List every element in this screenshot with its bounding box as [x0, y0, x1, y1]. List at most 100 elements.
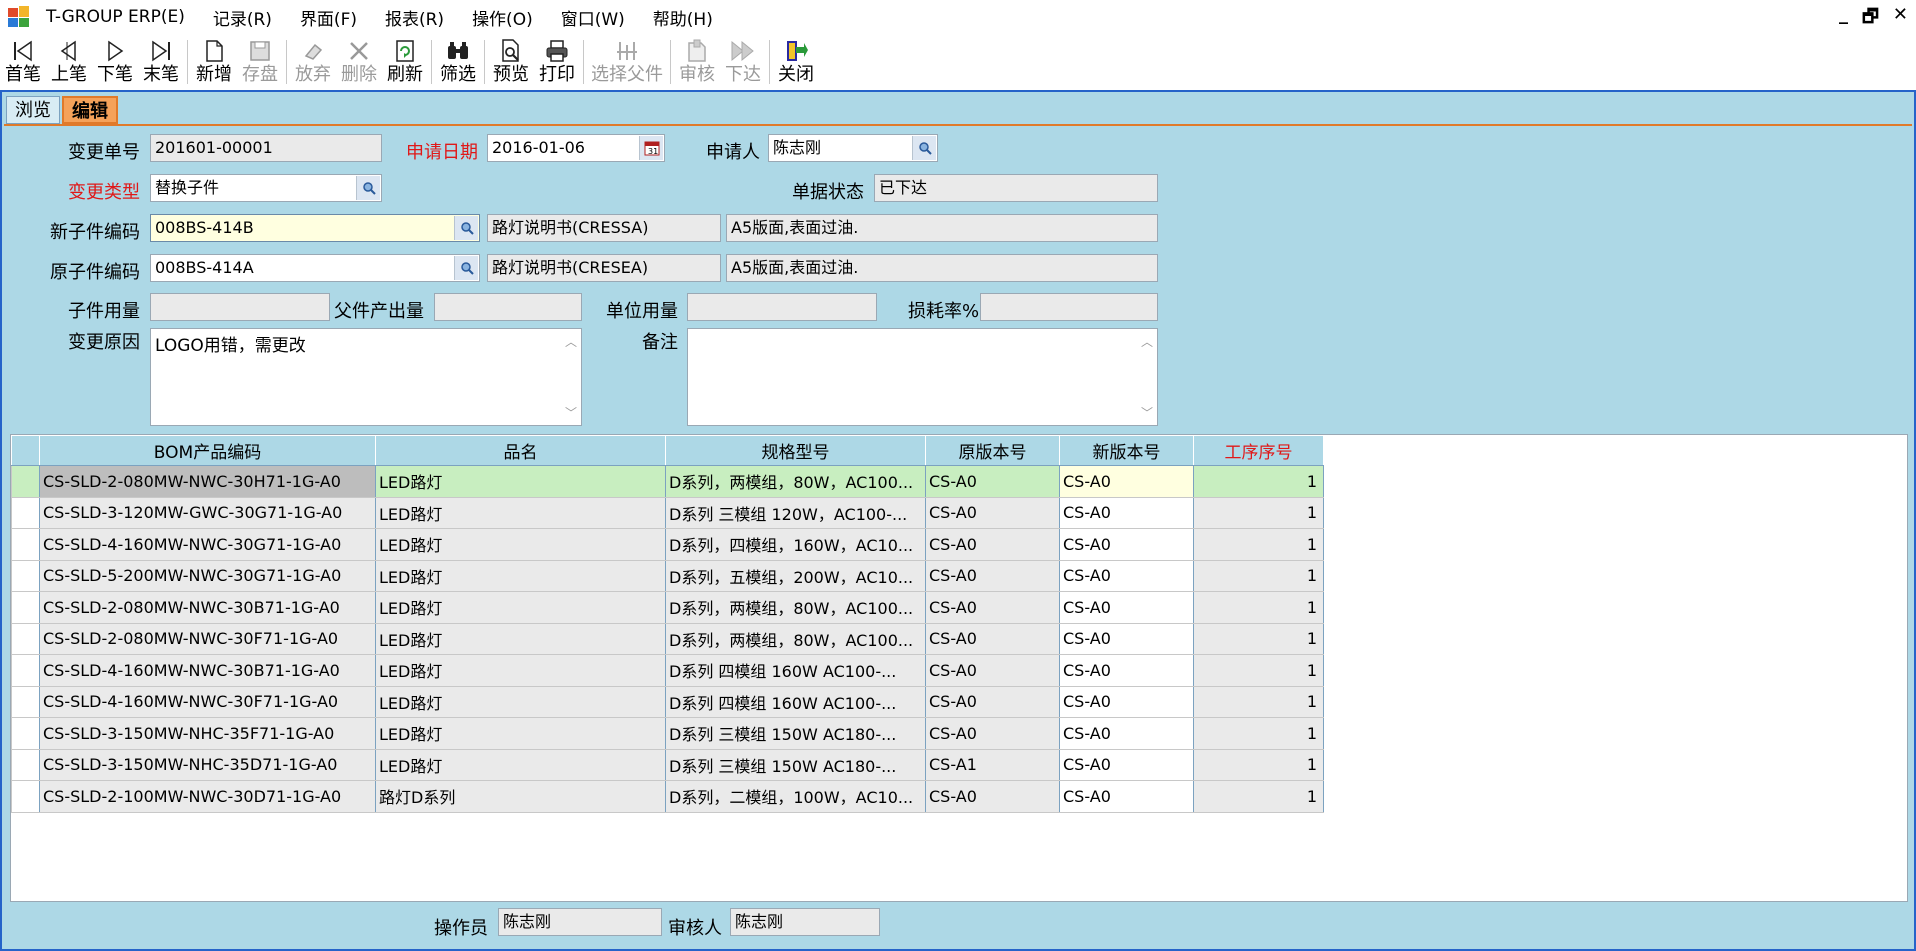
old-part-code-field[interactable]: 008BS-414A: [150, 254, 480, 282]
last-record-button[interactable]: 末笔: [138, 34, 184, 88]
first-record-button[interactable]: 首笔: [0, 34, 46, 88]
auditor-field[interactable]: 陈志刚: [730, 908, 880, 936]
restore-button[interactable]: 🗗: [1862, 4, 1879, 34]
table-row[interactable]: CS-SLD-3-150MW-NHC-35F71-1G-A0 LED路灯 D系列 三…: [11, 717, 1324, 750]
cell-spec[interactable]: D系列，五模组，200W，AC10...: [665, 559, 926, 592]
cell-new-version[interactable]: CS-A0: [1059, 717, 1194, 750]
cell-seq[interactable]: 1: [1193, 496, 1324, 529]
new-button[interactable]: 新增: [191, 34, 237, 88]
cell-bom-code[interactable]: CS-SLD-3-150MW-NHC-35F71-1G-A0: [39, 717, 376, 750]
cell-new-version[interactable]: CS-A0: [1059, 528, 1194, 561]
cell-bom-code[interactable]: CS-SLD-4-160MW-NWC-30F71-1G-A0: [39, 685, 376, 718]
cell-old-version[interactable]: CS-A0: [925, 496, 1060, 529]
cell-name[interactable]: 路灯D系列: [375, 780, 666, 813]
cell-new-version[interactable]: CS-A0: [1059, 496, 1194, 529]
lookup-icon[interactable]: [356, 176, 380, 200]
unit-qty-field[interactable]: [687, 293, 877, 321]
row-header[interactable]: [11, 528, 40, 561]
col-spec[interactable]: 规格型号: [665, 435, 926, 466]
cell-name[interactable]: LED路灯: [375, 685, 666, 718]
table-row[interactable]: CS-SLD-2-100MW-NWC-30D71-1G-A0 路灯D系列 D系列，二…: [11, 780, 1324, 813]
cell-spec[interactable]: D系列 三模组 150W AC180-...: [665, 717, 926, 750]
new-part-name-field[interactable]: 路灯说明书(CRESSA): [487, 214, 721, 242]
lookup-icon[interactable]: [912, 136, 936, 160]
table-row[interactable]: CS-SLD-4-160MW-NWC-30G71-1G-A0 LED路灯 D系列，四…: [11, 528, 1324, 561]
tab-browse[interactable]: 浏览: [6, 96, 60, 124]
cell-new-version[interactable]: CS-A0: [1059, 622, 1194, 655]
cell-seq[interactable]: 1: [1193, 685, 1324, 718]
remark-scrollbar[interactable]: ︿ ﹀: [1137, 329, 1157, 425]
cell-spec[interactable]: D系列，四模组，160W，AC10...: [665, 528, 926, 561]
cell-bom-code[interactable]: CS-SLD-4-160MW-NWC-30G71-1G-A0: [39, 528, 376, 561]
cell-new-version[interactable]: CS-A0: [1059, 591, 1194, 624]
menu-records[interactable]: 记录(R): [213, 5, 272, 30]
delete-button[interactable]: 删除: [336, 34, 382, 88]
print-button[interactable]: 打印: [534, 34, 580, 88]
cell-bom-code[interactable]: CS-SLD-4-160MW-NWC-30B71-1G-A0: [39, 654, 376, 687]
cell-spec[interactable]: D系列，两模组，80W，AC100...: [665, 465, 926, 498]
cell-new-version[interactable]: CS-A0: [1059, 685, 1194, 718]
cell-bom-code[interactable]: CS-SLD-5-200MW-NWC-30G71-1G-A0: [39, 559, 376, 592]
col-bom-code[interactable]: BOM产品编码: [39, 435, 376, 466]
reason-textarea[interactable]: LOGO用错，需更改 ︿ ﹀: [150, 328, 582, 426]
cell-seq[interactable]: 1: [1193, 528, 1324, 561]
calendar-icon[interactable]: 31: [639, 136, 663, 160]
cell-seq[interactable]: 1: [1193, 654, 1324, 687]
cell-seq[interactable]: 1: [1193, 748, 1324, 781]
save-button[interactable]: 存盘: [237, 34, 283, 88]
apply-date-field[interactable]: 2016-01-06 31: [487, 134, 665, 162]
scroll-up-icon[interactable]: ︿: [565, 333, 577, 350]
col-old-version[interactable]: 原版本号: [925, 435, 1060, 466]
cell-spec[interactable]: D系列，两模组，80W，AC100...: [665, 622, 926, 655]
cell-name[interactable]: LED路灯: [375, 622, 666, 655]
cell-old-version[interactable]: CS-A0: [925, 685, 1060, 718]
audit-button[interactable]: 审核: [674, 34, 720, 88]
cell-bom-code[interactable]: CS-SLD-3-150MW-NHC-35D71-1G-A0: [39, 748, 376, 781]
row-header[interactable]: [11, 622, 40, 655]
cell-seq[interactable]: 1: [1193, 465, 1324, 498]
next-record-button[interactable]: 下笔: [92, 34, 138, 88]
table-row[interactable]: CS-SLD-2-080MW-NWC-30F71-1G-A0 LED路灯 D系列，两…: [11, 622, 1324, 655]
change-no-field[interactable]: 201601-00001: [150, 134, 382, 162]
cell-spec[interactable]: D系列 四模组 160W AC100-...: [665, 654, 926, 687]
row-header[interactable]: [11, 559, 40, 592]
row-header[interactable]: [11, 465, 40, 498]
cell-name[interactable]: LED路灯: [375, 717, 666, 750]
cell-seq[interactable]: 1: [1193, 622, 1324, 655]
table-row[interactable]: CS-SLD-4-160MW-NWC-30B71-1G-A0 LED路灯 D系列 四…: [11, 654, 1324, 687]
doc-status-field[interactable]: 已下达: [874, 174, 1158, 202]
menu-interface[interactable]: 界面(F): [300, 5, 357, 30]
change-type-field[interactable]: 替换子件: [150, 174, 382, 202]
close-window-button[interactable]: ✕: [1893, 4, 1908, 34]
col-name[interactable]: 品名: [375, 435, 666, 466]
old-part-spec-field[interactable]: A5版面,表面过油.: [726, 254, 1158, 282]
cell-bom-code[interactable]: CS-SLD-2-080MW-NWC-30B71-1G-A0: [39, 591, 376, 624]
discard-button[interactable]: 放弃: [290, 34, 336, 88]
col-seq[interactable]: 工序序号: [1193, 435, 1324, 466]
cell-name[interactable]: LED路灯: [375, 591, 666, 624]
cell-bom-code[interactable]: CS-SLD-3-120MW-GWC-30G71-1G-A0: [39, 496, 376, 529]
cell-bom-code[interactable]: CS-SLD-2-100MW-NWC-30D71-1G-A0: [39, 780, 376, 813]
cell-old-version[interactable]: CS-A0: [925, 654, 1060, 687]
cell-old-version[interactable]: CS-A0: [925, 559, 1060, 592]
cell-name[interactable]: LED路灯: [375, 496, 666, 529]
cell-new-version[interactable]: CS-A0: [1059, 748, 1194, 781]
table-row[interactable]: CS-SLD-5-200MW-NWC-30G71-1G-A0 LED路灯 D系列，五…: [11, 559, 1324, 592]
new-part-code-field[interactable]: 008BS-414B: [150, 214, 480, 242]
loss-rate-field[interactable]: [980, 293, 1158, 321]
tab-edit[interactable]: 编辑: [62, 96, 118, 124]
prev-record-button[interactable]: 上笔: [46, 34, 92, 88]
close-button[interactable]: 关闭: [773, 34, 819, 88]
table-row[interactable]: CS-SLD-2-080MW-NWC-30H71-1G-A0 LED路灯 D系列，两…: [11, 465, 1324, 498]
col-new-version[interactable]: 新版本号: [1059, 435, 1194, 466]
cell-seq[interactable]: 1: [1193, 780, 1324, 813]
cell-new-version[interactable]: CS-A0: [1059, 654, 1194, 687]
cell-new-version[interactable]: CS-A0: [1059, 465, 1194, 498]
lookup-icon[interactable]: [454, 256, 478, 280]
lookup-icon[interactable]: [454, 216, 478, 240]
cell-spec[interactable]: D系列 三模组 120W，AC100-...: [665, 496, 926, 529]
scroll-up-icon[interactable]: ︿: [1141, 333, 1153, 350]
row-header[interactable]: [11, 654, 40, 687]
cell-new-version[interactable]: CS-A0: [1059, 559, 1194, 592]
preview-button[interactable]: 预览: [488, 34, 534, 88]
